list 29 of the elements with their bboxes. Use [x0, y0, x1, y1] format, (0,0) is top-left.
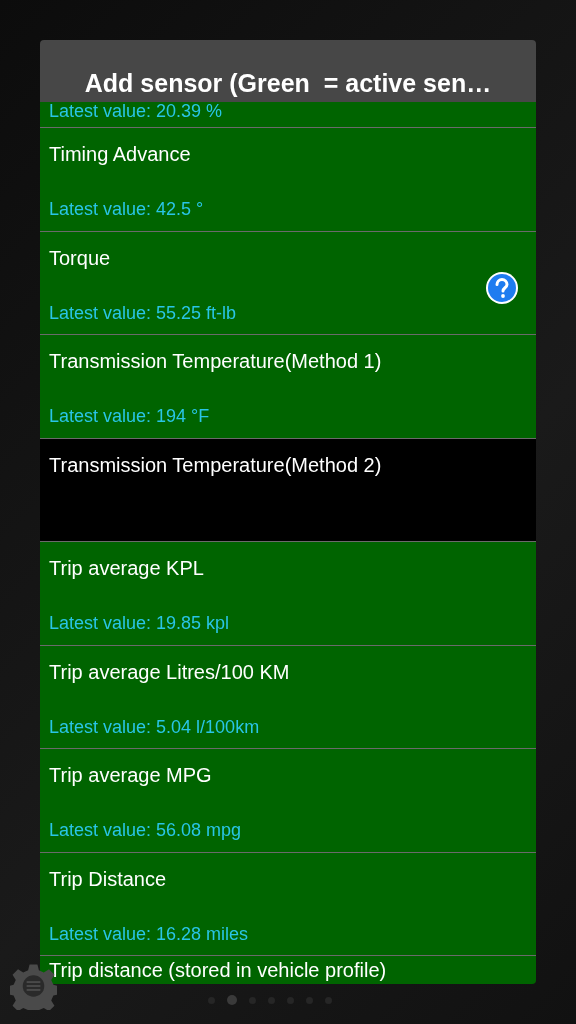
- sensor-name: Trip Distance: [49, 866, 167, 891]
- sensor-row[interactable]: Trip distance (stored in vehicle profile): [40, 956, 536, 984]
- sensor-row[interactable]: Trip Distance Latest value: 16.28 miles: [40, 852, 536, 956]
- sensor-name: Transmission Temperature(Method 1): [49, 349, 382, 373]
- latest-value: Latest value: 194 °F: [49, 405, 210, 427]
- help-icon[interactable]: [485, 270, 519, 305]
- sensor-name: Trip distance (stored in vehicle profile): [49, 958, 387, 982]
- sensor-row[interactable]: Transmission Temperature(Method 2): [40, 438, 536, 542]
- sensor-name: Trip average Litres/100 KM: [49, 659, 290, 684]
- sensor-name: Torque: [49, 245, 111, 270]
- sensor-name: Transmission Temperature(Method 2): [49, 452, 382, 477]
- sensor-name: Timing Advance: [49, 142, 191, 166]
- sensor-name: Trip average MPG: [49, 763, 212, 787]
- latest-value: Latest value: 19.85 kpl: [49, 612, 230, 634]
- sensor-row[interactable]: Torque Latest value: 55.25 ft-lb: [40, 231, 536, 335]
- latest-value: Latest value: 16.28 miles: [49, 922, 249, 945]
- sensor-row[interactable]: Trip average KPL Latest value: 19.85 kpl: [40, 542, 536, 646]
- sensor-name: Trip average KPL: [49, 556, 204, 580]
- latest-value: Latest value: 5.04 l/100km: [49, 715, 260, 738]
- latest-value: Latest value: 42.5 °: [49, 198, 204, 220]
- latest-value: Latest value: 55.25 ft-lb: [49, 301, 237, 324]
- sensor-row[interactable]: Latest value: 20.39 %: [40, 102, 536, 128]
- sensor-row[interactable]: Trip average MPG Latest value: 56.08 mpg: [40, 749, 536, 853]
- sensor-row[interactable]: Timing Advance Latest value: 42.5 °: [40, 128, 536, 232]
- latest-value: Latest value: 56.08 mpg: [49, 819, 242, 841]
- latest-value: Latest value: 20.39 %: [49, 102, 223, 122]
- dialog-title: Add sensor (Green = active sen…: [84, 68, 492, 99]
- sensor-row[interactable]: Transmission Temperature(Method 1) Latest value: 194 °F: [40, 335, 536, 439]
- sensor-row[interactable]: Trip average Litres/100 KM Latest value: 5.04 l/100km: [40, 645, 536, 749]
